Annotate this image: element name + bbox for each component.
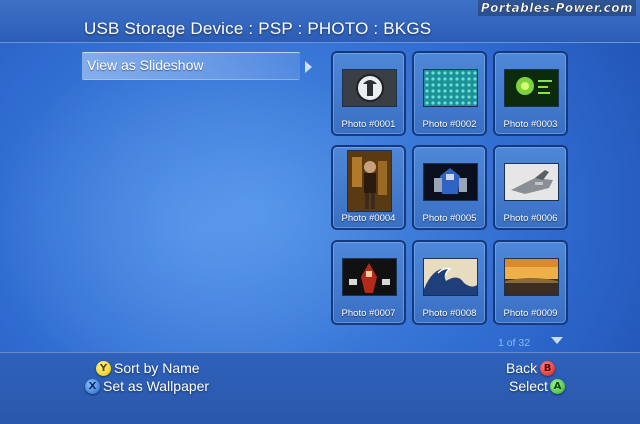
photo-tile[interactable]: Photo #0005: [412, 145, 487, 230]
photo-thumbnail: [423, 258, 478, 296]
photo-tile[interactable]: Photo #0008: [412, 240, 487, 325]
chevron-right-icon: [305, 61, 312, 73]
photo-caption: Photo #0005: [422, 213, 477, 224]
photo-tile[interactable]: Photo #0003: [493, 51, 568, 136]
photo-tile[interactable]: Photo #0002: [412, 51, 487, 136]
a-button-icon[interactable]: A: [550, 379, 565, 394]
photo-caption: Photo #0002: [422, 119, 477, 130]
photo-tile[interactable]: Photo #0004: [331, 145, 406, 230]
b-button-icon[interactable]: B: [540, 361, 555, 376]
photo-grid: Photo #0001 Photo #0002 Photo #0003 Phot…: [331, 51, 568, 326]
photo-thumbnail: [504, 258, 559, 296]
photo-thumbnail: [423, 163, 478, 201]
photo-caption: Photo #0003: [503, 119, 558, 130]
photo-caption: Photo #0004: [341, 213, 396, 224]
y-button-icon[interactable]: Y: [96, 361, 111, 376]
photo-tile[interactable]: Photo #0001: [331, 51, 406, 136]
menu-item-label: View as Slideshow: [87, 57, 204, 73]
page-counter: 1 of 32: [498, 337, 531, 349]
x-button-icon[interactable]: X: [85, 379, 100, 394]
sort-by-name-label[interactable]: Sort by Name: [114, 360, 200, 376]
top-bar: USB Storage Device : PSP : PHOTO : BKGS …: [0, 0, 640, 43]
chevron-down-icon[interactable]: [551, 337, 563, 344]
page-title: USB Storage Device : PSP : PHOTO : BKGS: [84, 19, 432, 38]
photo-caption: Photo #0006: [503, 213, 558, 224]
photo-caption: Photo #0001: [341, 119, 396, 130]
back-label[interactable]: Back: [506, 360, 537, 376]
photo-caption: Photo #0008: [422, 308, 477, 319]
photo-thumbnail: [504, 69, 559, 107]
set-as-wallpaper-label[interactable]: Set as Wallpaper: [103, 378, 209, 394]
watermark: Portables-Power.com: [477, 0, 636, 16]
view-as-slideshow-button[interactable]: View as Slideshow: [82, 52, 300, 80]
photo-thumbnail: [342, 258, 397, 296]
photo-thumbnail: [342, 69, 397, 107]
photo-thumbnail: [347, 150, 392, 212]
photo-thumbnail: [423, 69, 478, 107]
bottom-bar: Y Sort by Name X Set as Wallpaper Back B…: [0, 352, 640, 424]
photo-caption: Photo #0009: [503, 308, 558, 319]
photo-tile[interactable]: Photo #0006: [493, 145, 568, 230]
photo-tile[interactable]: Photo #0009: [493, 240, 568, 325]
photo-thumbnail: [504, 163, 559, 201]
select-label[interactable]: Select: [509, 378, 548, 394]
photo-tile[interactable]: Photo #0007: [331, 240, 406, 325]
photo-caption: Photo #0007: [341, 308, 396, 319]
